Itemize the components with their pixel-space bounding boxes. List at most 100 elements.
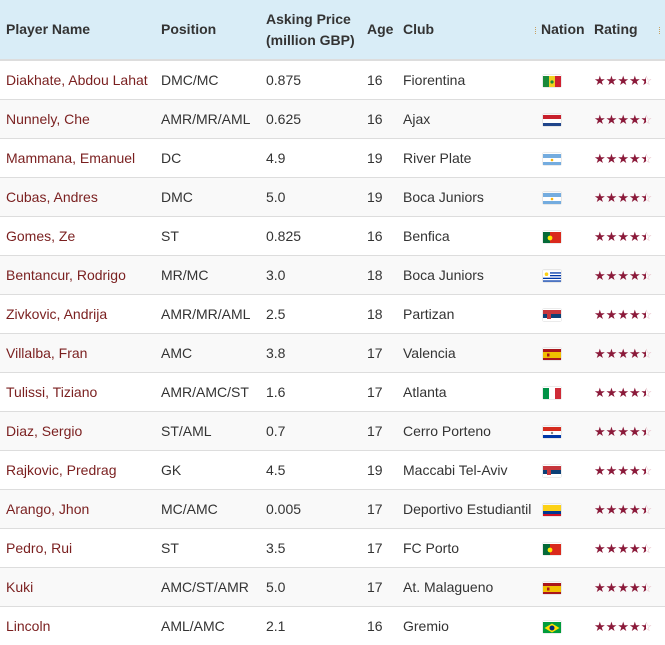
table-row[interactable]: Tulissi, Tiziano AMR/AMC/ST 1.6 17 Atlanta ★★… bbox=[0, 371, 665, 411]
star-full-icon: ★ bbox=[617, 228, 629, 244]
header-player-name[interactable]: Player Name bbox=[0, 0, 155, 61]
header-position[interactable]: Position bbox=[155, 0, 260, 61]
asking-price-cell: 3.5 bbox=[260, 527, 361, 567]
rating-cell: ★★★★☆ bbox=[588, 254, 665, 294]
header-rating[interactable]: Rating bbox=[588, 0, 665, 61]
player-name-link[interactable]: Bentancur, Rodrigo bbox=[0, 254, 155, 294]
table-row[interactable]: Pedro, RuiST3.517FC Porto ★★★★☆ bbox=[0, 527, 665, 567]
header-asking-price[interactable]: Asking Price (million GBP) bbox=[260, 0, 361, 61]
star-full-icon: ★ bbox=[605, 306, 618, 322]
star-full-icon: ★ bbox=[628, 384, 641, 400]
player-name-link[interactable]: Diakhate, Abdou Lahat bbox=[0, 59, 155, 99]
star-full-icon: ★ bbox=[605, 228, 618, 244]
star-half-icon: ☆ bbox=[641, 581, 653, 594]
table-row[interactable]: Diakhate, Abdou Lahat DMC/MC 0.875 16 Fioren… bbox=[0, 59, 665, 99]
star-rating: ★★★★☆ bbox=[594, 152, 652, 165]
table-row[interactable]: Diaz, Sergio ST/AML 0.7 17 Cerro Porteno ★★★★… bbox=[0, 410, 665, 450]
player-name-link[interactable]: Lincoln bbox=[0, 605, 155, 645]
player-name-link[interactable]: Diaz, Sergio bbox=[0, 410, 155, 450]
star-full-icon: ★ bbox=[617, 462, 629, 478]
star-full-icon: ★ bbox=[617, 618, 629, 634]
player-name-link[interactable]: Pedro, Rui bbox=[0, 527, 155, 567]
column-resize-handle[interactable] bbox=[659, 27, 662, 34]
rating-cell: ★★★★☆ bbox=[588, 371, 665, 411]
table-row[interactable]: Zivkovic, Andrija AMR/MR/AML 2.5 18 Partizan… bbox=[0, 293, 665, 333]
club-cell: FC Porto bbox=[397, 527, 535, 567]
age-cell: 17 bbox=[361, 488, 397, 528]
rating-cell: ★★★★☆ bbox=[588, 215, 665, 255]
player-name-link[interactable]: Cubas, Andres bbox=[0, 176, 155, 216]
table-row[interactable]: LincolnAML/AMC2.116Gremio★★★★☆ bbox=[0, 605, 665, 645]
club-cell: Boca Juniors bbox=[397, 176, 535, 216]
star-full-icon: ★ bbox=[617, 150, 629, 166]
club-cell: Maccabi Tel-Aviv bbox=[397, 449, 535, 489]
player-name-link[interactable]: Nunnely, Che bbox=[0, 98, 155, 138]
table-row[interactable]: Bentancur, Rodrigo MR/MC 3.0 18 Boca Juniors… bbox=[0, 254, 665, 294]
club-cell: River Plate bbox=[397, 137, 535, 177]
star-half-icon: ☆ bbox=[641, 620, 653, 633]
star-full-icon: ★ bbox=[594, 579, 606, 595]
star-half-icon: ☆ bbox=[641, 74, 653, 87]
rating-cell: ★★★★☆ bbox=[588, 293, 665, 333]
star-full-icon: ★ bbox=[605, 579, 618, 595]
player-name-link[interactable]: Gomes, Ze bbox=[0, 215, 155, 255]
header-age[interactable]: Age bbox=[361, 0, 397, 61]
column-resize-handle[interactable] bbox=[535, 27, 538, 34]
asking-price-cell: 0.875 bbox=[260, 59, 361, 99]
position-cell: ST/AML bbox=[155, 410, 260, 450]
club-cell: At. Malagueno bbox=[397, 566, 535, 606]
table-row[interactable]: Villalba, FranAMC3.817Valencia★★★★☆ bbox=[0, 332, 665, 372]
player-name-link[interactable]: Tulissi, Tiziano bbox=[0, 371, 155, 411]
table-row[interactable]: Arango, Jhon MC/AMC 0.005 17 Deportivo Estud… bbox=[0, 488, 665, 528]
star-full-icon: ★ bbox=[594, 384, 606, 400]
star-rating: ★★★★☆ bbox=[594, 269, 652, 282]
star-rating: ★★★★☆ bbox=[594, 425, 652, 438]
club-cell: Atlanta bbox=[397, 371, 535, 411]
table-row[interactable]: Cubas, AndresDMC5.019Boca Juniors★★★★☆ bbox=[0, 176, 665, 216]
age-cell: 16 bbox=[361, 59, 397, 99]
star-full-icon: ★ bbox=[605, 384, 618, 400]
table-row[interactable]: Nunnely, CheAMR/MR/AML0.62516Ajax★★★★☆ bbox=[0, 98, 665, 138]
position-cell: AMR/AMC/ST bbox=[155, 371, 260, 411]
player-name-link[interactable]: Arango, Jhon bbox=[0, 488, 155, 528]
age-cell: 17 bbox=[361, 527, 397, 567]
table-row[interactable]: Rajkovic, Predrag GK 4.5 19 Maccabi Tel-Aviv… bbox=[0, 449, 665, 489]
rating-cell: ★★★★☆ bbox=[588, 98, 665, 138]
rating-cell: ★★★★☆ bbox=[588, 59, 665, 99]
nation-cell bbox=[535, 332, 588, 372]
star-full-icon: ★ bbox=[617, 540, 629, 556]
player-name-link[interactable]: Zivkovic, Andrija bbox=[0, 293, 155, 333]
player-name-link[interactable]: Mammana, Emanuel bbox=[0, 137, 155, 177]
table-row[interactable]: Gomes, ZeST0.82516Benfica★★★★☆ bbox=[0, 215, 665, 255]
star-full-icon: ★ bbox=[628, 150, 641, 166]
position-cell: ST bbox=[155, 527, 260, 567]
player-name-link[interactable]: Villalba, Fran bbox=[0, 332, 155, 372]
age-cell: 16 bbox=[361, 215, 397, 255]
nation-cell bbox=[535, 488, 588, 528]
asking-price-cell: 5.0 bbox=[260, 176, 361, 216]
star-full-icon: ★ bbox=[605, 267, 618, 283]
flag-icon bbox=[543, 465, 561, 477]
star-full-icon: ★ bbox=[628, 501, 641, 517]
star-half-icon: ☆ bbox=[641, 308, 653, 321]
star-full-icon: ★ bbox=[628, 111, 641, 127]
club-cell: Ajax bbox=[397, 98, 535, 138]
player-name-link[interactable]: Kuki bbox=[0, 566, 155, 606]
star-full-icon: ★ bbox=[594, 462, 606, 478]
flag-icon bbox=[543, 348, 561, 360]
header-club[interactable]: Club bbox=[397, 0, 535, 61]
rating-cell: ★★★★☆ bbox=[588, 527, 665, 567]
position-cell: AMR/MR/AML bbox=[155, 293, 260, 333]
flag-icon bbox=[543, 114, 561, 126]
star-rating: ★★★★☆ bbox=[594, 308, 652, 321]
star-rating: ★★★★☆ bbox=[594, 581, 652, 594]
star-full-icon: ★ bbox=[594, 228, 606, 244]
flag-icon bbox=[543, 582, 561, 594]
age-cell: 17 bbox=[361, 371, 397, 411]
table-row[interactable]: Mammana, EmanuelDC4.919River Plate★★★★☆ bbox=[0, 137, 665, 177]
table-row[interactable]: KukiAMC/ST/AMR5.017At. Malagueno★★★★☆ bbox=[0, 566, 665, 606]
star-full-icon: ★ bbox=[605, 501, 618, 517]
player-name-link[interactable]: Rajkovic, Predrag bbox=[0, 449, 155, 489]
star-half-icon: ☆ bbox=[641, 152, 653, 165]
header-nation[interactable]: Nation bbox=[535, 0, 588, 61]
